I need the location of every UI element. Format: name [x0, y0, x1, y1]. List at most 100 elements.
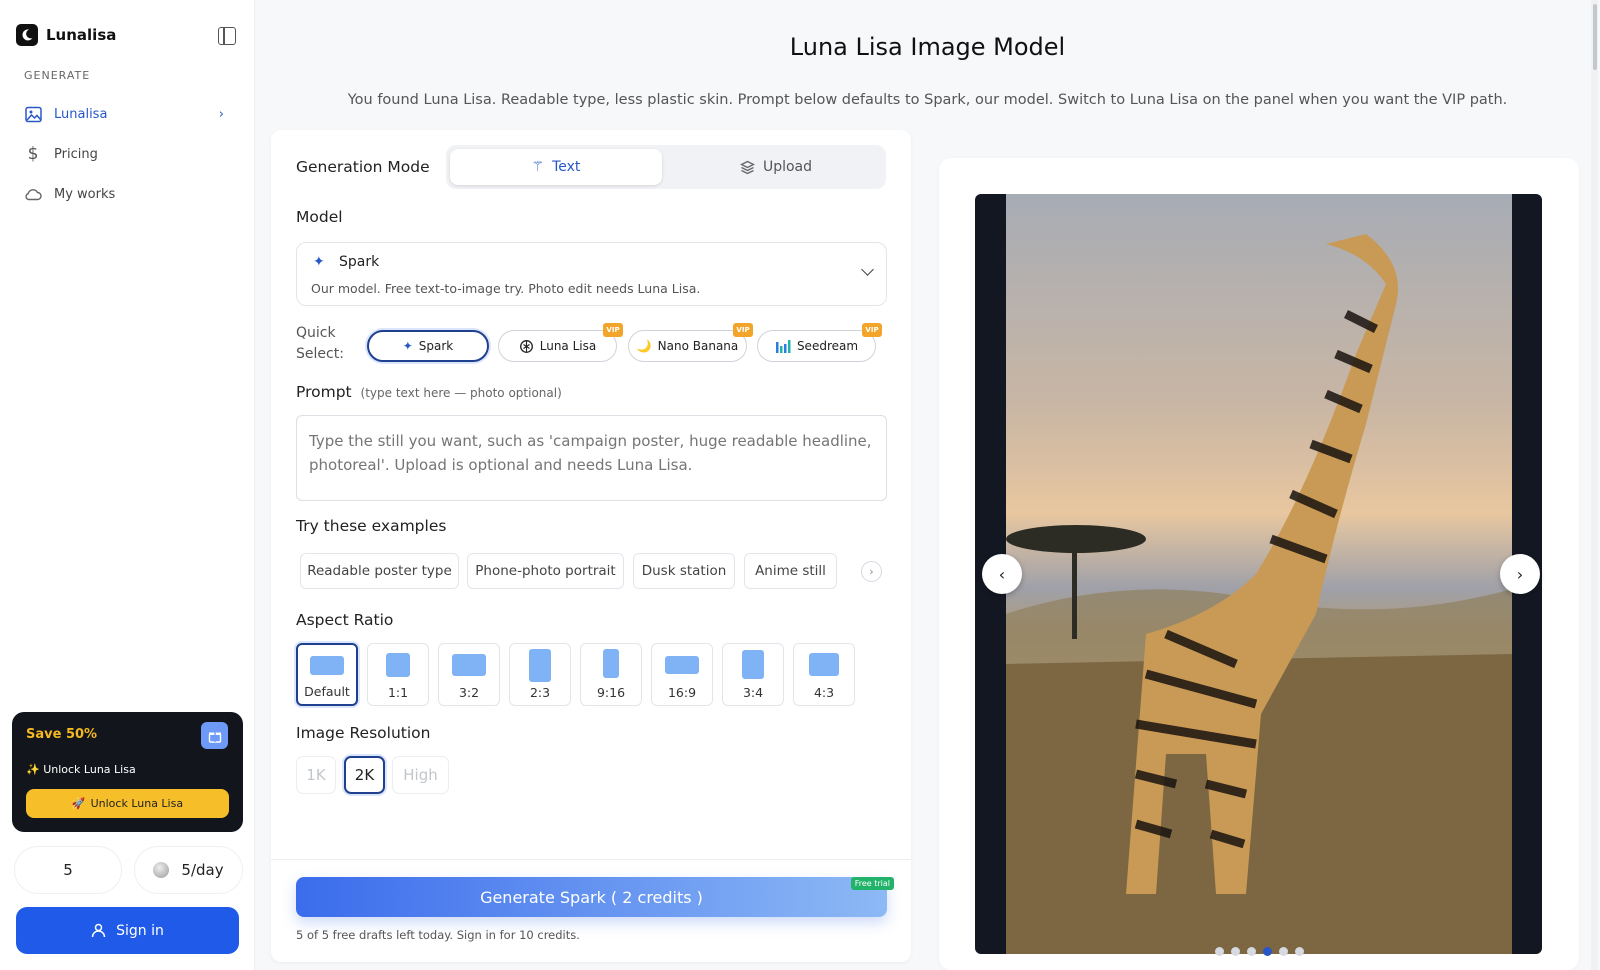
carousel-dot[interactable]: [1247, 947, 1256, 956]
carousel-dot-active[interactable]: [1263, 947, 1272, 956]
carousel-next-button[interactable]: ›: [1500, 554, 1540, 594]
openai-knot-icon: [519, 339, 533, 353]
resolution-2k[interactable]: 2K: [344, 756, 385, 794]
section-label-generate: GENERATE: [24, 69, 91, 82]
ratio-shape: [809, 653, 839, 676]
aspect-ratio-4-3[interactable]: 4:3: [793, 643, 855, 706]
model-description: Our model. Free text-to-image try. Photo…: [311, 281, 701, 296]
free-trial-badge: Free trial: [850, 877, 894, 890]
quick-select-luna-lisa[interactable]: Luna Lisa VIP: [498, 323, 623, 362]
daily-value: 5/day: [181, 861, 224, 879]
generation-mode-label: Generation Mode: [296, 158, 430, 176]
layers-icon: [740, 160, 755, 174]
generate-button-label: Generate Spark ( 2 credits ): [480, 887, 703, 907]
aspect-ratio-2-3[interactable]: 2:3: [509, 643, 571, 706]
sidebar-toggle-icon[interactable]: [218, 27, 236, 45]
resolution-1k[interactable]: 1K: [296, 756, 336, 794]
aspect-ratio-label-text: Default: [304, 684, 350, 699]
examples-label: Try these examples: [296, 517, 447, 535]
resolution-high[interactable]: High: [392, 756, 449, 794]
dollar-icon: $: [27, 144, 39, 164]
bar-chart-icon: [775, 340, 791, 353]
promo-title: Save 50%: [26, 727, 98, 742]
sparkle-icon: ✨: [26, 763, 40, 776]
aspect-ratio-9-16[interactable]: 9:16: [580, 643, 642, 706]
carousel-dot[interactable]: [1295, 947, 1304, 956]
preview-carousel: [975, 194, 1542, 954]
carousel-dot[interactable]: [1231, 947, 1240, 956]
sparkle-icon: ✦: [402, 339, 413, 353]
mode-text-button[interactable]: ⚚ Text: [450, 149, 662, 185]
aspect-ratio-default[interactable]: Default: [296, 643, 358, 706]
aspect-ratio-label-text: 1:1: [387, 685, 409, 700]
prompt-input[interactable]: [296, 415, 887, 501]
page-title: Luna Lisa Image Model: [789, 33, 1066, 61]
model-label: Model: [296, 208, 343, 226]
aspect-ratio-3-4[interactable]: 3:4: [722, 643, 784, 706]
mode-text-label: Text: [552, 159, 581, 175]
example-chip[interactable]: Phone-photo portrait: [467, 553, 624, 589]
vip-badge: VIP: [603, 323, 623, 337]
coin-icon: [153, 862, 170, 878]
magic-wand-icon: ⚚: [531, 159, 545, 175]
unlock-button[interactable]: 🚀 Unlock Luna Lisa: [26, 789, 229, 818]
carousel-dot[interactable]: [1279, 947, 1288, 956]
prompt-label: Prompt: [296, 383, 352, 401]
sidebar-item-pricing[interactable]: $ Pricing: [24, 140, 234, 168]
ratio-shape: [310, 656, 344, 675]
aspect-ratio-label: Aspect Ratio: [296, 611, 394, 629]
image-icon: [24, 105, 42, 123]
quick-select-nano-banana[interactable]: 🌙 Nano Banana VIP: [628, 323, 753, 362]
aspect-ratio-3-2[interactable]: 3:2: [438, 643, 500, 706]
generate-button[interactable]: Generate Spark ( 2 credits ) Free trial: [296, 877, 894, 917]
panel-divider: [271, 859, 911, 860]
ratio-shape: [665, 656, 699, 674]
aspect-ratio-1-1[interactable]: 1:1: [367, 643, 429, 706]
chevron-left-icon: ‹: [998, 564, 1006, 584]
sign-in-button[interactable]: Sign in: [16, 907, 239, 954]
brand[interactable]: Lunalisa: [16, 24, 116, 46]
quick-select-label-text: Luna Lisa: [539, 339, 597, 353]
carousel-prev-button[interactable]: ‹: [982, 554, 1022, 594]
example-chip[interactable]: Readable poster type: [300, 553, 459, 589]
gift-icon[interactable]: [201, 722, 228, 749]
credits-count: 5: [14, 846, 122, 894]
vip-badge: VIP: [862, 323, 882, 337]
model-select[interactable]: ✦ Spark Our model. Free text-to-image tr…: [296, 242, 887, 306]
quick-select-spark[interactable]: ✦ Spark: [367, 330, 489, 362]
aspect-ratio-label-text: 9:16: [596, 685, 626, 700]
page-subtitle: You found Luna Lisa. Readable type, less…: [347, 92, 1508, 108]
sign-in-label: Sign in: [116, 922, 164, 939]
mode-upload-button[interactable]: Upload: [670, 149, 882, 185]
sidebar: Lunalisa GENERATE Lunalisa › $ Pricing M…: [0, 0, 255, 970]
daily-quota: 5/day: [134, 846, 243, 894]
ratio-shape: [742, 650, 764, 679]
preview-image: [1006, 194, 1512, 954]
sidebar-item-my-works[interactable]: My works: [24, 180, 234, 208]
promo-subtitle-text: Unlock Luna Lisa: [43, 763, 136, 776]
ratio-shape: [452, 654, 486, 676]
moon-logo-icon: [16, 24, 38, 46]
unlock-button-label: Unlock Luna Lisa: [90, 797, 184, 810]
aspect-ratio-label-text: 3:2: [458, 685, 480, 700]
example-chip[interactable]: Anime still: [744, 553, 837, 589]
brand-name: Lunalisa: [46, 26, 117, 44]
chevron-down-icon: [861, 263, 874, 276]
ratio-shape: [386, 653, 410, 677]
quick-select-seedream[interactable]: Seedream VIP: [757, 323, 882, 362]
aspect-ratio-16-9[interactable]: 16:9: [651, 643, 713, 706]
aspect-ratio-label-text: 2:3: [529, 685, 551, 700]
carousel-dot[interactable]: [1215, 947, 1224, 956]
prompt-label-row: Prompt (type text here — photo optional): [296, 383, 562, 401]
chevron-right-icon: ›: [218, 106, 224, 122]
aspect-ratio-label-text: 16:9: [667, 685, 697, 700]
page-scrollbar[interactable]: [1591, 0, 1598, 970]
sidebar-item-label: My works: [54, 186, 116, 202]
sidebar-item-label: Lunalisa: [54, 106, 108, 122]
scrollbar-thumb[interactable]: [1593, 4, 1597, 70]
ratio-shape: [603, 649, 619, 678]
example-chip[interactable]: Dusk station: [633, 553, 735, 589]
chevron-right-icon[interactable]: ›: [861, 561, 882, 582]
sidebar-item-label: Pricing: [54, 146, 98, 162]
sidebar-item-lunalisa[interactable]: Lunalisa ›: [24, 100, 234, 128]
